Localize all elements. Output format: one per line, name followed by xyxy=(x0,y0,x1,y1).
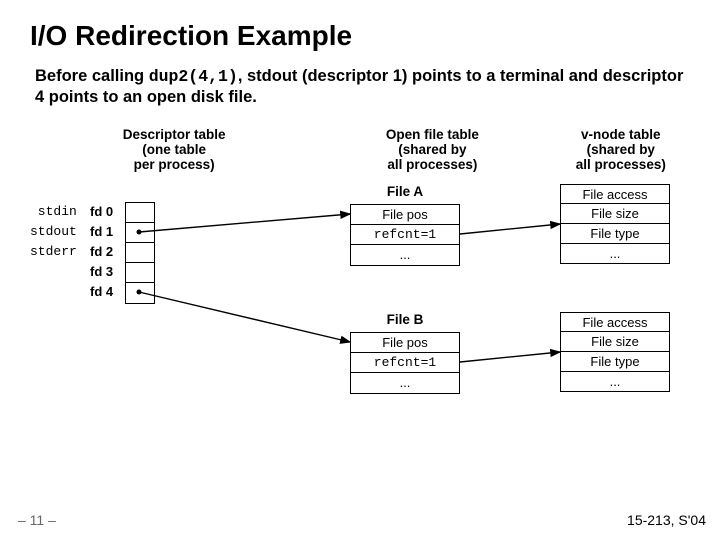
fd1-label: fd 1 xyxy=(90,222,113,242)
fd-cell-1 xyxy=(126,223,154,243)
column-headers: Descriptor table (one table per process)… xyxy=(30,127,700,172)
label-stdout: stdout xyxy=(30,222,77,242)
vnodea-box: File access File size File type ... xyxy=(560,184,670,264)
vnodeb-access: File access xyxy=(560,312,670,332)
header-descriptor-table: Descriptor table (one table per process) xyxy=(85,127,263,172)
vnodea-access: File access xyxy=(560,184,670,204)
fileb-dots: ... xyxy=(351,373,459,393)
fd4-label: fd 4 xyxy=(90,282,113,302)
fd-numbers: fd 0 fd 1 fd 2 fd 3 fd 4 xyxy=(90,202,113,302)
filea-box: File pos refcnt=1 ... xyxy=(350,204,460,266)
label-stderr: stderr xyxy=(30,242,77,262)
header-open-file-table: Open file table (shared by all processes… xyxy=(353,127,511,172)
fileb-title: File B xyxy=(350,312,460,327)
vnodea-type: File type xyxy=(560,224,670,244)
fd-cell-4 xyxy=(126,283,154,303)
intro-text: Before calling dup2(4,1), stdout (descri… xyxy=(35,66,695,109)
filea-ref: refcnt=1 xyxy=(351,225,459,245)
vnodea-size: File size xyxy=(560,204,670,224)
vnodeb-dots: ... xyxy=(560,372,670,392)
filea-title: File A xyxy=(350,184,460,199)
fd-cell-2 xyxy=(126,243,154,263)
diagram: stdin stdout stderr fd 0 fd 1 fd 2 fd 3 … xyxy=(30,182,700,492)
filea-pos: File pos xyxy=(351,205,459,225)
vnodeb-type: File type xyxy=(560,352,670,372)
vnodeb-box: File access File size File type ... xyxy=(560,312,670,392)
fileb-ref: refcnt=1 xyxy=(351,353,459,373)
label-stdin: stdin xyxy=(30,202,77,222)
fd2-label: fd 2 xyxy=(90,242,113,262)
filea-dots: ... xyxy=(351,245,459,265)
slide-title: I/O Redirection Example xyxy=(30,20,700,52)
fd-stdio-labels: stdin stdout stderr xyxy=(30,202,77,262)
slide-number: – 11 – xyxy=(18,512,56,528)
intro-pre: Before calling xyxy=(35,67,149,85)
intro-code: dup2(4,1) xyxy=(149,67,238,86)
fd-cell-0 xyxy=(126,203,154,223)
vnodeb-size: File size xyxy=(560,332,670,352)
fileb-box: File pos refcnt=1 ... xyxy=(350,332,460,394)
fd3-label: fd 3 xyxy=(90,262,113,282)
fd-cell-3 xyxy=(126,263,154,283)
header-vnode-table: v-node table (shared by all processes) xyxy=(542,127,700,172)
descriptor-table xyxy=(125,202,155,304)
course-footer: 15-213, S'04 xyxy=(627,512,706,528)
vnodea-dots: ... xyxy=(560,244,670,264)
fileb-pos: File pos xyxy=(351,333,459,353)
fd0-label: fd 0 xyxy=(90,202,113,222)
